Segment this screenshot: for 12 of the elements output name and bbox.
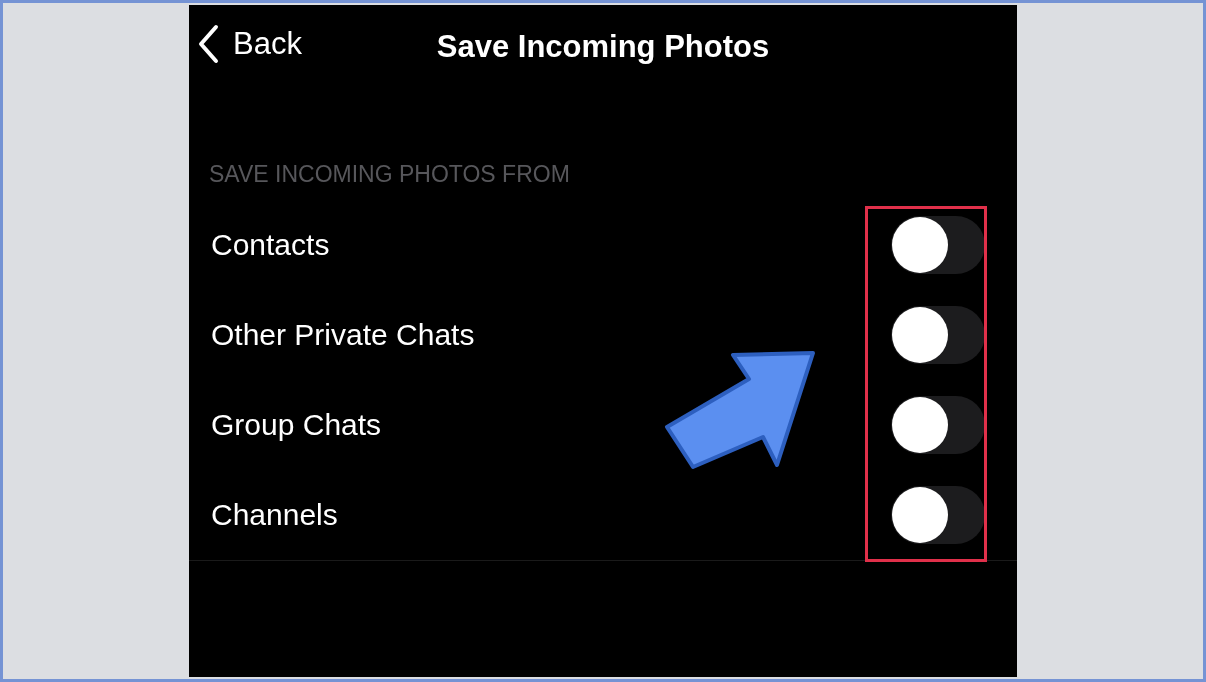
toggle-switch[interactable] (891, 486, 985, 544)
toggle-switch[interactable] (891, 396, 985, 454)
toggle-switch[interactable] (891, 306, 985, 364)
setting-label: Group Chats (211, 408, 382, 442)
setting-label: Channels (211, 498, 338, 532)
toggle-switch[interactable] (891, 216, 985, 274)
screen-title: Save Incoming Photos (436, 29, 770, 65)
section-header: SAVE INCOMING PHOTOS FROM (209, 161, 571, 188)
back-button[interactable]: Back (189, 24, 302, 64)
setting-label: Contacts (211, 228, 330, 262)
chevron-left-icon (197, 24, 219, 64)
setting-label: Other Private Chats (211, 318, 475, 352)
